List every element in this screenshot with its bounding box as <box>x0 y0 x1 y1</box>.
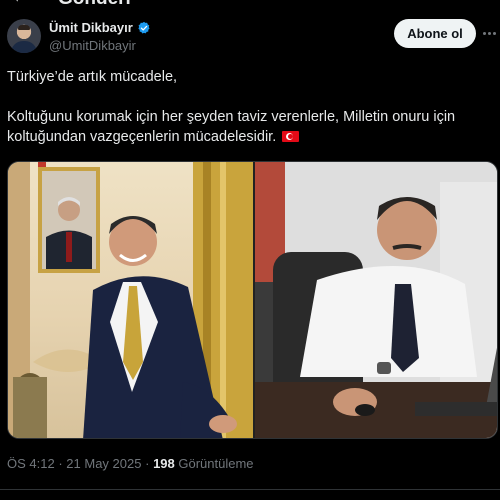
more-horizontal-icon[interactable] <box>482 24 496 42</box>
turkey-flag-icon <box>282 131 300 142</box>
photo-man-at-desk[interactable] <box>255 162 497 438</box>
avatar[interactable] <box>7 19 41 53</box>
tweet-text: Türkiye’de artık mücadele, Koltuğunu kor… <box>7 67 497 147</box>
tweet-media[interactable] <box>7 161 498 439</box>
tweet-line-1: Türkiye’de artık mücadele, <box>7 69 178 85</box>
meta-separator: · <box>58 456 63 471</box>
divider <box>0 489 500 490</box>
follow-button[interactable]: Abone ol <box>394 19 476 48</box>
tweet-date[interactable]: 21 May 2025 <box>66 456 141 471</box>
tweet-line-2: Koltuğunu korumak için her şeyden taviz … <box>7 109 456 145</box>
author-handle[interactable]: @UmitDikbayir <box>49 38 136 53</box>
page-title: Gönderi <box>58 0 131 8</box>
verified-badge-icon <box>138 21 150 34</box>
meta-separator: · <box>145 456 150 471</box>
views-count: 198 <box>153 456 175 471</box>
arrow-left-icon[interactable]: ← <box>12 0 28 7</box>
photo-man-in-suit[interactable] <box>8 162 253 438</box>
author-name[interactable]: Ümit Dikbayır <box>49 20 133 35</box>
tweet-meta: ÖS 4:12 · 21 May 2025 · 198 Görüntüleme <box>7 456 254 471</box>
tweet-time[interactable]: ÖS 4:12 <box>7 456 55 471</box>
top-bar: ← Gönderi <box>0 0 500 8</box>
views-label: Görüntüleme <box>178 456 254 471</box>
